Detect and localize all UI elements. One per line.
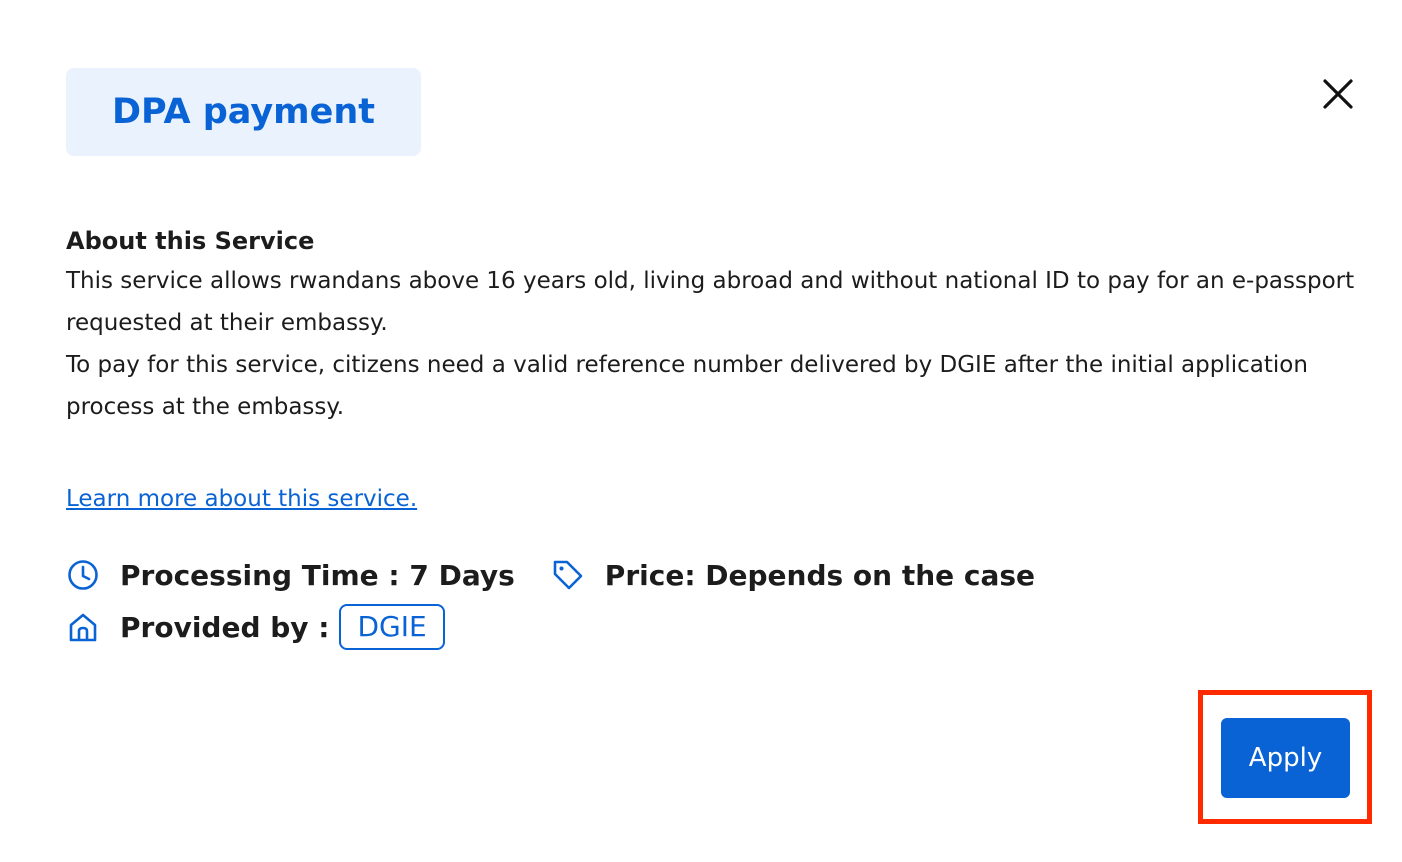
about-heading: About this Service	[66, 227, 315, 255]
meta-row-primary: Processing Time : 7 Days Price: Depends …	[66, 558, 1035, 592]
provided-by-label: Provided by :	[120, 610, 330, 644]
close-button[interactable]	[1316, 72, 1360, 116]
price: Price: Depends on the case	[551, 558, 1035, 592]
dialog-title: DPA payment	[111, 92, 376, 132]
meta-row-provider: Provided by : DGIE	[66, 604, 445, 650]
provider-badge[interactable]: DGIE	[339, 604, 445, 650]
close-icon	[1323, 79, 1353, 109]
about-section: About this Service This service allows r…	[66, 222, 1366, 428]
learn-more-link[interactable]: Learn more about this service.	[66, 480, 417, 518]
processing-time-text: Processing Time : 7 Days	[120, 558, 515, 592]
service-dialog: DPA payment About this Service This serv…	[0, 0, 1402, 862]
provided-by: Provided by : DGIE	[66, 604, 445, 650]
processing-time: Processing Time : 7 Days	[66, 558, 515, 592]
price-text: Price: Depends on the case	[604, 558, 1036, 592]
clock-icon	[66, 558, 100, 592]
about-description: This service allows rwandans above 16 ye…	[66, 268, 1355, 336]
about-payment-note: To pay for this service, citizens need a…	[66, 352, 1308, 420]
apply-button[interactable]: Apply	[1221, 718, 1350, 798]
tag-icon	[551, 558, 585, 592]
home-icon	[66, 610, 100, 644]
title-chip: DPA payment	[66, 68, 421, 156]
